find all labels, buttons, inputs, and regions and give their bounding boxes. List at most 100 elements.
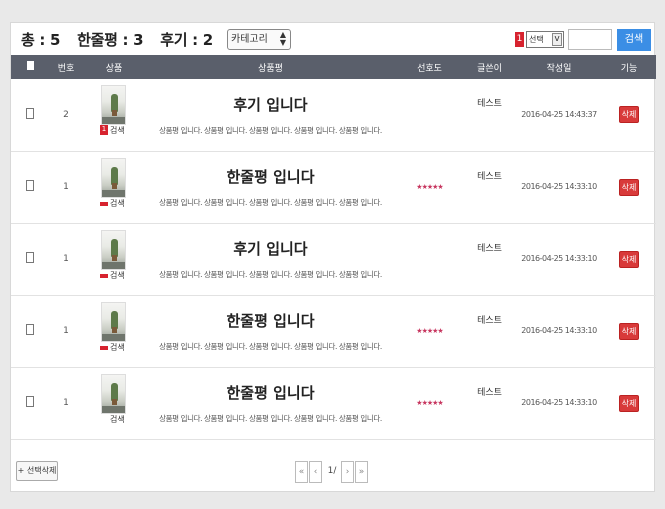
search-badge: 1 [515,32,524,47]
header-date: 작성일 [516,55,602,79]
header-review: 상품평 [145,55,396,79]
header-rating: 선호도 [396,55,463,79]
product-flag-badge [100,273,108,278]
rating-cell [396,223,463,296]
delete-button[interactable]: 삭제 [619,322,639,340]
header-select-all[interactable] [11,55,49,79]
total-count: 총 : 5 [21,31,61,49]
header-action: 기능 [602,55,656,79]
review-title[interactable]: 한줄평 입니다 [145,310,396,331]
prev-page-button[interactable]: ‹ [309,461,322,483]
reviews-table: 번호 상품 상품평 선호도 글쓴이 작성일 기능 2 1 검색 후기 입니다 상… [11,55,656,440]
review-cell: 후기 입니다 상품평 입니다. 상품평 입니다. 상품평 입니다. 상품평 입니… [145,223,396,296]
search-field-value: 선택 [529,35,544,44]
writer-cell: 테스트 [463,367,516,440]
action-cell: 삭제 [602,367,656,440]
product-cell: 검색 [83,295,145,368]
header-product: 상품 [83,55,145,79]
product-cell: 검색 [83,367,145,440]
review-body: 상품평 입니다. 상품평 입니다. 상품평 입니다. 상품평 입니다. 상품평 … [159,342,382,351]
category-select-value: 카테고리 [231,34,268,45]
row-checkbox[interactable] [26,396,34,407]
last-page-button[interactable]: » [355,461,368,483]
category-select[interactable]: 카테고리 ▲ ▼ [227,29,291,50]
product-thumbnail[interactable] [101,229,126,270]
delete-selected-button[interactable]: + 선택삭제 [16,461,58,481]
writer-name: 테스트 [477,171,502,182]
product-flag-badge [100,201,108,206]
writer-name: 테스트 [477,315,502,326]
rating-stars: ★★★★★ [416,183,443,191]
rating-stars: ★★★★★ [416,399,443,407]
product-search-link[interactable]: 검색 [110,198,125,209]
review-cell: 한줄평 입니다 상품평 입니다. 상품평 입니다. 상품평 입니다. 상품평 입… [145,151,396,224]
product-flag-badge [100,345,108,350]
action-cell: 삭제 [602,79,656,152]
chevron-down-icon: v [552,33,562,46]
table-header-row: 번호 상품 상품평 선호도 글쓴이 작성일 기능 [11,55,656,79]
rating-cell: ★★★★★ [396,151,463,224]
rating-cell [396,79,463,152]
action-cell: 삭제 [602,295,656,368]
review-body: 상품평 입니다. 상품평 입니다. 상품평 입니다. 상품평 입니다. 상품평 … [159,270,382,279]
product-search-link[interactable]: 검색 [110,414,125,425]
header-number: 번호 [49,55,83,79]
first-page-button[interactable]: « [295,461,308,483]
table-row: 1 검색 한줄평 입니다 상품평 입니다. 상품평 입니다. 상품평 입니다. … [11,295,656,368]
delete-button[interactable]: 삭제 [619,250,639,268]
written-date: 2016-04-25 14:33:10 [521,182,597,191]
writer-cell: 테스트 [463,151,516,224]
product-search-link[interactable]: 검색 [110,125,125,136]
search-field-select[interactable]: 선택 v [526,31,564,48]
row-checkbox[interactable] [26,252,34,263]
row-number: 2 [49,79,83,152]
updown-arrows-icon: ▲ ▼ [279,30,286,47]
writer-cell: 테스트 [463,223,516,296]
rating-cell: ★★★★★ [396,295,463,368]
review-body: 상품평 입니다. 상품평 입니다. 상품평 입니다. 상품평 입니다. 상품평 … [159,414,382,423]
product-thumbnail[interactable] [101,301,126,342]
writer-name: 테스트 [477,243,502,254]
row-checkbox[interactable] [26,324,34,335]
next-page-button[interactable]: › [341,461,354,483]
review-title[interactable]: 후기 입니다 [145,94,396,115]
product-cell: 검색 [83,223,145,296]
product-search-link[interactable]: 검색 [110,342,125,353]
table-row: 1 검색 후기 입니다 상품평 입니다. 상품평 입니다. 상품평 입니다. 상… [11,223,656,296]
action-cell: 삭제 [602,151,656,224]
review-title[interactable]: 한줄평 입니다 [145,382,396,403]
date-cell: 2016-04-25 14:33:10 [516,295,602,368]
current-page[interactable]: 1/ [325,461,339,483]
delete-button[interactable]: 삭제 [619,394,639,412]
search-button[interactable]: 검색 [617,29,651,51]
review-title[interactable]: 한줄평 입니다 [145,166,396,187]
row-number: 1 [49,367,83,440]
search-input[interactable] [568,29,612,50]
review-cell: 한줄평 입니다 상품평 입니다. 상품평 입니다. 상품평 입니다. 상품평 입… [145,367,396,440]
product-search-link[interactable]: 검색 [110,270,125,281]
product-thumbnail[interactable] [101,85,126,125]
top-bar: 총 : 5 한줄평 : 3 후기 : 2 카테고리 ▲ ▼ 1 선택 v 검색 [11,23,656,55]
row-checkbox[interactable] [26,107,34,119]
writer-cell: 테스트 [463,295,516,368]
summary-counts: 총 : 5 한줄평 : 3 후기 : 2 [21,29,225,50]
header-writer: 글쓴이 [463,55,516,79]
delete-button[interactable]: 삭제 [619,106,639,124]
product-thumbnail[interactable] [101,157,126,198]
row-checkbox[interactable] [26,180,34,191]
date-cell: 2016-04-25 14:43:37 [516,79,602,152]
product-thumbnail[interactable] [101,373,126,414]
review-body: 상품평 입니다. 상품평 입니다. 상품평 입니다. 상품평 입니다. 상품평 … [159,198,382,207]
written-date: 2016-04-25 14:33:10 [521,326,597,335]
table-row: 1 검색 한줄평 입니다 상품평 입니다. 상품평 입니다. 상품평 입니다. … [11,151,656,224]
review-cell: 후기 입니다 상품평 입니다. 상품평 입니다. 상품평 입니다. 상품평 입니… [145,79,396,152]
review-cell: 한줄평 입니다 상품평 입니다. 상품평 입니다. 상품평 입니다. 상품평 입… [145,295,396,368]
table-row: 2 1 검색 후기 입니다 상품평 입니다. 상품평 입니다. 상품평 입니다.… [11,79,656,152]
row-number: 1 [49,151,83,224]
review-title[interactable]: 후기 입니다 [145,238,396,259]
delete-button[interactable]: 삭제 [619,178,639,196]
written-date: 2016-04-25 14:43:37 [521,109,597,119]
date-cell: 2016-04-25 14:33:10 [516,223,602,296]
written-date: 2016-04-25 14:33:10 [521,398,597,407]
row-number: 1 [49,223,83,296]
